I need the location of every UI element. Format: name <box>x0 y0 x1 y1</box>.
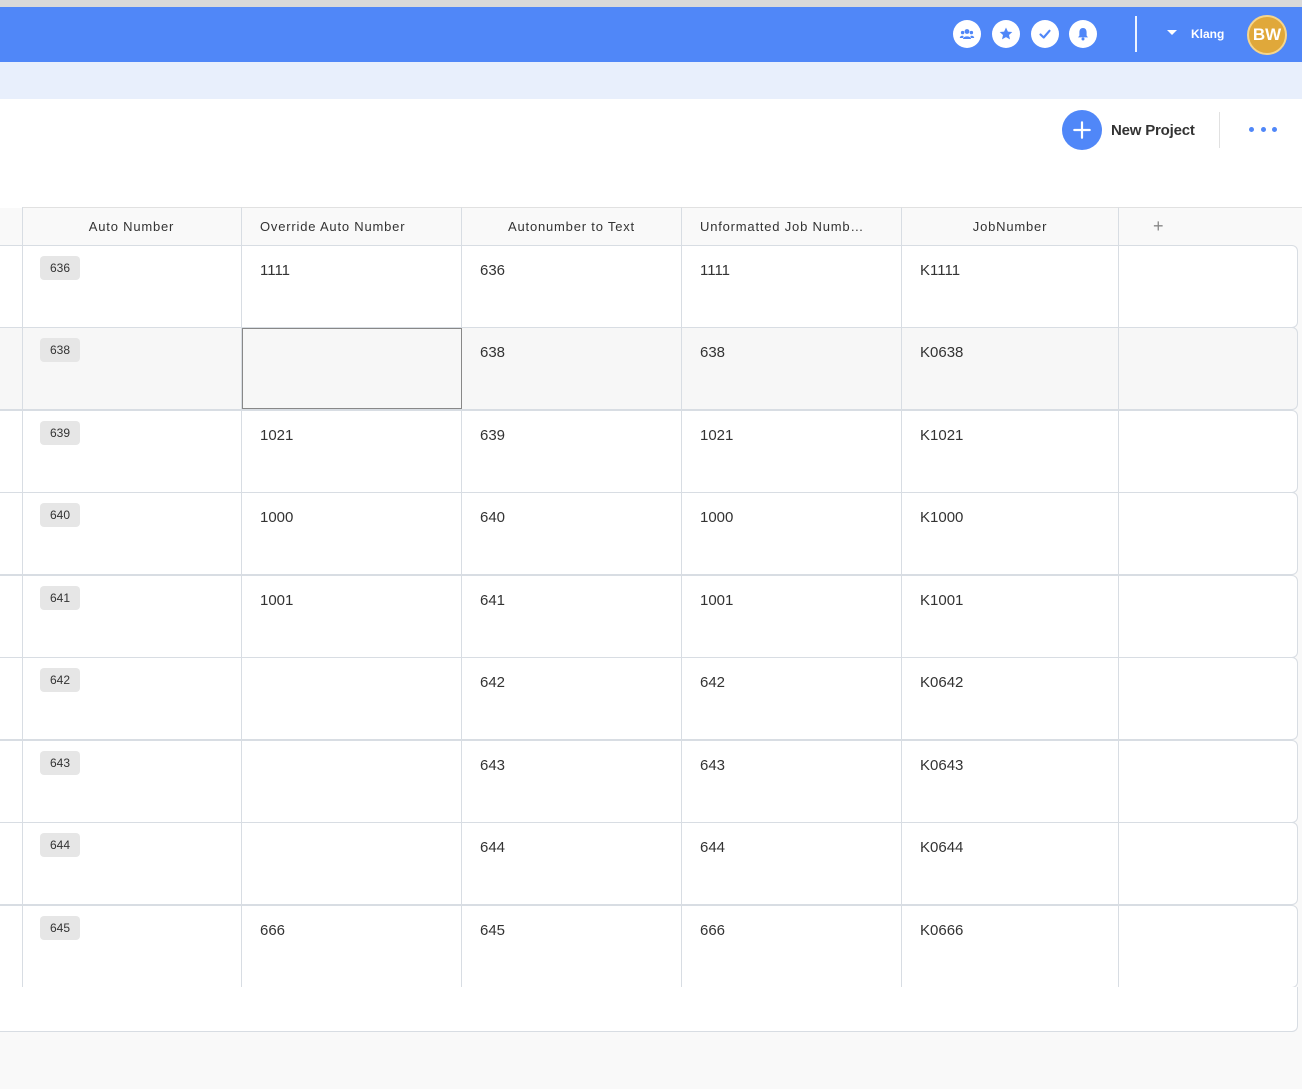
table-row[interactable]: 644 644 644 K0644 <box>0 822 1298 905</box>
unformatted-job-number-cell[interactable]: 644 <box>682 823 902 904</box>
autonumber-to-text-cell[interactable]: 636 <box>462 246 682 327</box>
new-project-label: New Project <box>1111 121 1195 139</box>
unformatted-job-number-cell[interactable]: 638 <box>682 328 902 409</box>
browser-chrome-strip <box>0 0 1302 7</box>
auto-number-badge: 636 <box>40 256 81 280</box>
auto-number-badge: 643 <box>40 751 81 775</box>
column-header-autonumber-to-text[interactable]: Autonumber to Text <box>462 207 682 245</box>
auto-number-cell[interactable]: 638 <box>22 328 242 409</box>
add-column-button[interactable]: + <box>1119 207 1302 245</box>
top-navigation-bar <box>0 7 1302 62</box>
auto-number-badge: 640 <box>40 503 81 527</box>
auto-number-cell[interactable]: 644 <box>22 823 242 904</box>
override-auto-number-cell[interactable]: 1111 <box>242 246 462 327</box>
column-header-unformatted-job-number[interactable]: Unformatted Job Numb… <box>682 207 902 245</box>
table-footer-row[interactable] <box>0 987 1298 1032</box>
topbar-divider <box>1135 16 1137 52</box>
auto-number-cell[interactable]: 639 <box>22 411 242 492</box>
header-divider <box>1219 112 1220 148</box>
autonumber-to-text-cell[interactable]: 645 <box>462 906 682 987</box>
star-icon[interactable] <box>992 20 1020 48</box>
auto-number-cell[interactable]: 642 <box>22 658 242 739</box>
plus-icon <box>1062 110 1102 150</box>
override-auto-number-cell[interactable]: 666 <box>242 906 462 987</box>
auto-number-badge: 644 <box>40 833 81 857</box>
auto-number-badge: 641 <box>40 586 81 610</box>
autonumber-to-text-cell[interactable]: 643 <box>462 741 682 822</box>
override-auto-number-cell[interactable]: 1001 <box>242 576 462 657</box>
unformatted-job-number-cell[interactable]: 1021 <box>682 411 902 492</box>
override-auto-number-cell[interactable]: 1000 <box>242 493 462 574</box>
autonumber-to-text-cell[interactable]: 640 <box>462 493 682 574</box>
autonumber-to-text-cell[interactable]: 639 <box>462 411 682 492</box>
table-row[interactable]: 636 1111 636 1111 K1111 <box>0 245 1298 328</box>
jobnumber-cell[interactable]: K0644 <box>902 823 1119 904</box>
column-header-jobnumber[interactable]: JobNumber <box>902 207 1119 245</box>
bell-icon[interactable] <box>1069 20 1097 48</box>
unformatted-job-number-cell[interactable]: 642 <box>682 658 902 739</box>
override-auto-number-cell[interactable]: 1021 <box>242 411 462 492</box>
jobnumber-cell[interactable]: K0666 <box>902 906 1119 987</box>
check-icon[interactable] <box>1031 20 1059 48</box>
table-row[interactable]: 639 1021 639 1021 K1021 <box>0 410 1298 493</box>
new-project-button[interactable]: New Project <box>1062 110 1195 150</box>
override-auto-number-cell-selected[interactable] <box>242 328 462 409</box>
unformatted-job-number-cell[interactable]: 643 <box>682 741 902 822</box>
unformatted-job-number-cell[interactable]: 1001 <box>682 576 902 657</box>
auto-number-badge: 638 <box>40 338 81 362</box>
table-row[interactable]: 642 642 642 K0642 <box>0 657 1298 740</box>
override-auto-number-cell[interactable] <box>242 823 462 904</box>
table-row[interactable]: 640 1000 640 1000 K1000 <box>0 492 1298 575</box>
unformatted-job-number-cell[interactable]: 666 <box>682 906 902 987</box>
table-row[interactable]: 645 666 645 666 K0666 <box>0 905 1298 988</box>
jobnumber-cell[interactable]: K1111 <box>902 246 1119 327</box>
avatar[interactable]: BW <box>1247 15 1287 55</box>
auto-number-cell[interactable]: 643 <box>22 741 242 822</box>
table-row[interactable]: 641 1001 641 1001 K1001 <box>0 575 1298 658</box>
autonumber-to-text-cell[interactable]: 638 <box>462 328 682 409</box>
table-row[interactable]: 643 643 643 K0643 <box>0 740 1298 823</box>
autonumber-to-text-cell[interactable]: 641 <box>462 576 682 657</box>
jobnumber-cell[interactable]: K0643 <box>902 741 1119 822</box>
auto-number-badge: 642 <box>40 668 81 692</box>
jobnumber-cell[interactable]: K1000 <box>902 493 1119 574</box>
jobnumber-cell[interactable]: K1021 <box>902 411 1119 492</box>
table-row[interactable]: 638 638 638 K0638 <box>0 327 1298 410</box>
sub-toolbar <box>0 62 1302 99</box>
override-auto-number-cell[interactable] <box>242 741 462 822</box>
auto-number-cell[interactable]: 641 <box>22 576 242 657</box>
jobnumber-cell[interactable]: K0642 <box>902 658 1119 739</box>
auto-number-cell[interactable]: 645 <box>22 906 242 987</box>
workspace-name[interactable]: Klang <box>1191 27 1224 41</box>
auto-number-badge: 645 <box>40 916 81 940</box>
override-auto-number-cell[interactable] <box>242 658 462 739</box>
auto-number-cell[interactable]: 640 <box>22 493 242 574</box>
autonumber-to-text-cell[interactable]: 644 <box>462 823 682 904</box>
jobnumber-cell[interactable]: K0638 <box>902 328 1119 409</box>
autonumber-to-text-cell[interactable]: 642 <box>462 658 682 739</box>
auto-number-badge: 639 <box>40 421 81 445</box>
auto-number-cell[interactable]: 636 <box>22 246 242 327</box>
column-header-override-auto-number[interactable]: Override Auto Number <box>242 207 462 245</box>
more-options-icon[interactable] <box>1249 120 1277 138</box>
column-header-auto-number[interactable]: Auto Number <box>22 207 242 245</box>
unformatted-job-number-cell[interactable]: 1111 <box>682 246 902 327</box>
chevron-down-icon[interactable] <box>1167 30 1177 35</box>
leading-column-divider <box>22 207 23 987</box>
unformatted-job-number-cell[interactable]: 1000 <box>682 493 902 574</box>
team-icon[interactable] <box>953 20 981 48</box>
jobnumber-cell[interactable]: K1001 <box>902 576 1119 657</box>
